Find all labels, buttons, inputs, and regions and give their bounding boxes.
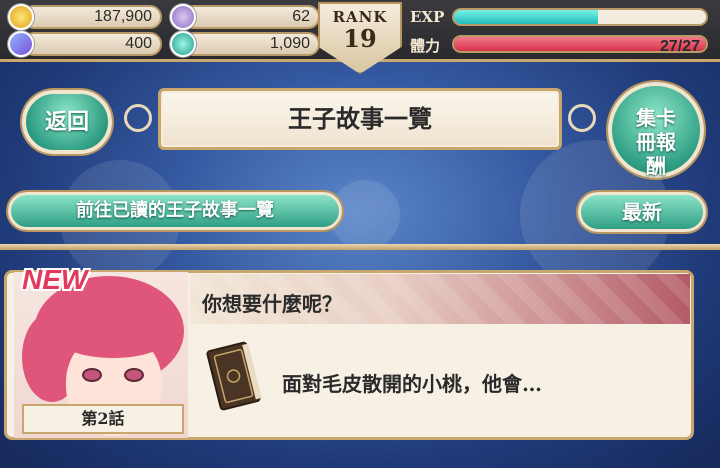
latest-sort-label: 最新: [622, 200, 662, 224]
album-rewards-label: 集卡冊報酬: [636, 106, 676, 178]
exp-bar: [452, 8, 708, 26]
banner-ornament-right: [568, 104, 596, 132]
gem-value: 1,090: [269, 35, 310, 52]
latest-sort-button[interactable]: 最新: [578, 192, 706, 232]
read-stories-label: 前往已讀的王子故事一覽: [76, 200, 274, 221]
ticket-counter: 62: [182, 5, 320, 29]
book-icon: [206, 341, 262, 411]
rank-badge: RANK 19: [318, 2, 402, 74]
page-title-text: 王子故事一覽: [288, 104, 432, 133]
crystal-counter: 400: [22, 32, 162, 56]
portrait-eye: [124, 368, 144, 382]
gold-value: 187,900: [94, 8, 152, 25]
episode-tag: 第2話: [22, 404, 184, 434]
new-badge: NEW: [22, 264, 88, 295]
back-button-label: 返回: [44, 109, 89, 135]
album-rewards-button[interactable]: 集卡冊報酬: [608, 82, 704, 178]
episode-label: 第2話: [81, 409, 125, 428]
crystal-icon: [8, 31, 34, 57]
read-stories-button[interactable]: 前往已讀的王子故事一覽: [8, 192, 342, 230]
story-question: 你想要什麼呢？: [202, 292, 342, 316]
portrait-hair: [58, 318, 168, 358]
gold-counter: 187,900: [22, 5, 162, 29]
portrait-eye: [82, 368, 102, 382]
story-description: 面對毛皮散開的小桃，他會…: [282, 372, 542, 396]
banner-ornament-left: [124, 104, 152, 132]
exp-bar-fill: [454, 10, 598, 24]
gem-icon: [170, 31, 196, 57]
rank-value: 19: [343, 24, 377, 53]
gem-counter: 1,090: [182, 32, 320, 56]
page-title: 王子故事一覽: [158, 88, 562, 150]
ticket-value: 62: [292, 8, 310, 25]
stamina-label: 體力: [410, 37, 441, 55]
section-divider: [0, 244, 720, 250]
ticket-icon: [170, 4, 196, 30]
stamina-value: 27/27: [659, 38, 700, 55]
back-button[interactable]: 返回: [22, 90, 112, 154]
exp-label: EXP: [410, 8, 445, 26]
gold-coin-icon: [8, 4, 34, 30]
crystal-value: 400: [125, 35, 152, 52]
